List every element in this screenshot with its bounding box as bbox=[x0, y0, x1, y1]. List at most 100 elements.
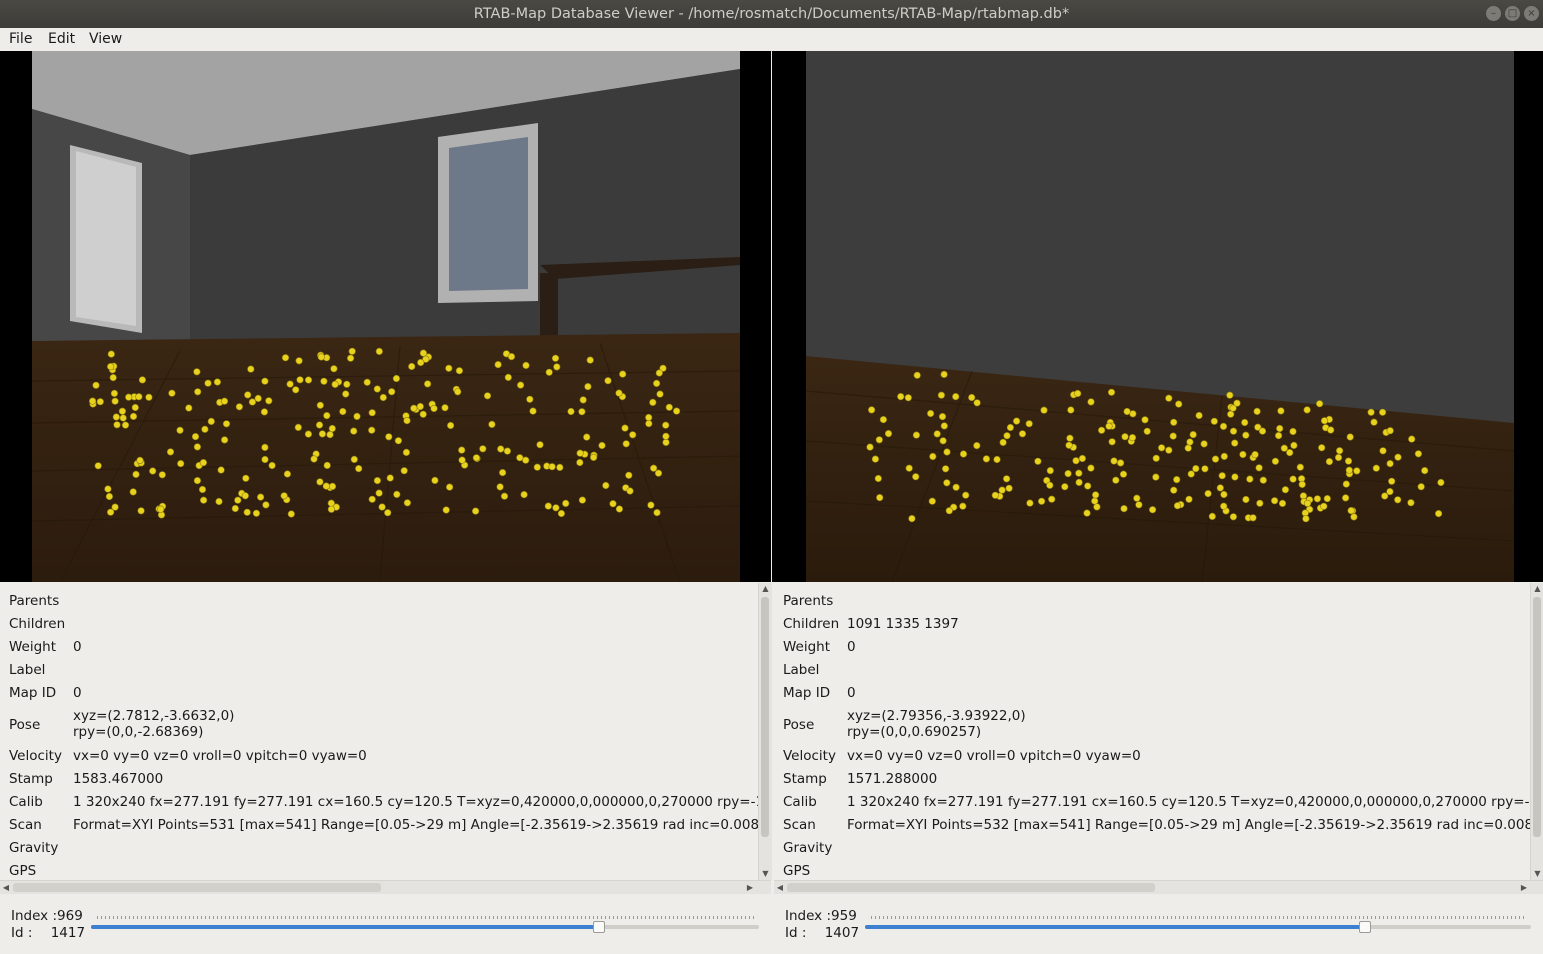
feature-point bbox=[252, 509, 260, 517]
feature-point bbox=[1372, 464, 1380, 472]
feature-point bbox=[503, 447, 512, 455]
feature-point bbox=[1075, 469, 1083, 477]
right-horizontal-scrollbar[interactable]: ◀ ▶ bbox=[774, 880, 1543, 894]
feature-point bbox=[472, 454, 481, 462]
feature-point bbox=[516, 381, 525, 389]
feature-point bbox=[1346, 433, 1354, 441]
id-label: Id : bbox=[785, 925, 807, 941]
feature-point bbox=[645, 413, 653, 422]
feature-point bbox=[866, 443, 874, 451]
feature-point bbox=[1204, 490, 1212, 498]
feature-point bbox=[339, 407, 347, 416]
feature-point bbox=[109, 374, 117, 382]
feature-point bbox=[177, 460, 185, 468]
left-index-slider[interactable] bbox=[91, 925, 759, 929]
feature-point bbox=[1092, 491, 1100, 499]
right-image-view[interactable] bbox=[772, 51, 1543, 582]
feature-point bbox=[105, 492, 113, 501]
scroll-right-icon[interactable]: ▶ bbox=[1518, 881, 1530, 894]
scroll-down-icon[interactable]: ▼ bbox=[1531, 868, 1543, 880]
feature-point bbox=[131, 403, 139, 412]
feature-point bbox=[1242, 431, 1250, 439]
left-vertical-scrollbar[interactable]: ▲ ▼ bbox=[758, 583, 772, 880]
feature-point bbox=[394, 437, 403, 445]
right-index-slider[interactable] bbox=[865, 925, 1531, 929]
feature-point bbox=[1003, 475, 1011, 483]
feature-point bbox=[1341, 494, 1350, 502]
stamp-value: 1571.288000 bbox=[847, 771, 938, 787]
menu-view[interactable]: View bbox=[89, 31, 122, 47]
maximize-button[interactable]: □ bbox=[1505, 6, 1520, 21]
calib-label: Calib bbox=[9, 794, 43, 810]
right-vertical-scroll-thumb[interactable] bbox=[1533, 597, 1541, 837]
feature-point bbox=[483, 392, 492, 400]
right-camera-image bbox=[805, 51, 1515, 582]
feature-point bbox=[1251, 451, 1259, 459]
stamp-value: 1583.467000 bbox=[73, 771, 164, 787]
feature-point bbox=[1067, 406, 1075, 414]
feature-point bbox=[350, 455, 358, 464]
right-horizontal-scroll-thumb[interactable] bbox=[787, 883, 1155, 892]
feature-point bbox=[241, 492, 249, 500]
menu-edit[interactable]: Edit bbox=[48, 31, 75, 47]
feature-point bbox=[378, 503, 386, 511]
feature-point bbox=[1353, 467, 1361, 475]
left-slider-panel: Index :969 Id : 1417 bbox=[0, 894, 771, 954]
feature-point bbox=[1253, 407, 1261, 416]
feature-point bbox=[1394, 496, 1402, 504]
feature-point bbox=[499, 469, 507, 477]
feature-point bbox=[1303, 499, 1312, 508]
feature-point bbox=[589, 453, 598, 462]
feature-point bbox=[1320, 417, 1329, 425]
feature-point bbox=[912, 473, 920, 481]
feature-point bbox=[458, 456, 466, 464]
left-vertical-scroll-thumb[interactable] bbox=[761, 597, 769, 837]
feature-point bbox=[326, 431, 334, 439]
right-vertical-scrollbar[interactable]: ▲ ▼ bbox=[1530, 583, 1543, 880]
scroll-left-icon[interactable]: ◀ bbox=[0, 881, 12, 894]
gravity-label: Gravity bbox=[9, 840, 59, 856]
feature-point bbox=[940, 370, 948, 379]
scroll-down-icon[interactable]: ▼ bbox=[759, 868, 772, 880]
menu-bar: File Edit View bbox=[0, 28, 1543, 52]
close-button[interactable]: × bbox=[1524, 6, 1539, 21]
left-image-view[interactable] bbox=[0, 51, 771, 582]
feature-point bbox=[441, 404, 449, 412]
feature-point bbox=[1276, 424, 1284, 433]
feature-point bbox=[1327, 426, 1335, 434]
feature-point bbox=[662, 438, 670, 447]
feature-point bbox=[943, 479, 951, 487]
feature-point bbox=[557, 509, 566, 518]
pose-label: Pose bbox=[9, 717, 41, 733]
feature-point bbox=[363, 378, 371, 386]
scroll-left-icon[interactable]: ◀ bbox=[774, 881, 786, 894]
scroll-up-icon[interactable]: ▲ bbox=[1531, 583, 1543, 595]
left-horizontal-scroll-thumb[interactable] bbox=[13, 883, 381, 892]
minimize-button[interactable]: – bbox=[1486, 6, 1501, 21]
feature-point bbox=[217, 466, 225, 474]
menu-file[interactable]: File bbox=[9, 31, 32, 47]
feature-point bbox=[479, 445, 487, 453]
feature-point bbox=[520, 491, 528, 499]
feature-point bbox=[991, 491, 999, 499]
left-slider-handle[interactable] bbox=[593, 921, 605, 933]
feature-point bbox=[110, 389, 118, 398]
right-slider-handle[interactable] bbox=[1359, 921, 1371, 933]
feature-point bbox=[294, 423, 302, 432]
feature-point bbox=[386, 474, 394, 482]
velocity-label: Velocity bbox=[9, 748, 62, 764]
left-id-value: 1417 bbox=[50, 925, 86, 941]
feature-point bbox=[1394, 453, 1402, 461]
feature-point bbox=[625, 471, 633, 479]
feature-point bbox=[1421, 467, 1429, 475]
left-horizontal-scrollbar[interactable]: ◀ ▶ bbox=[0, 880, 771, 894]
feature-point bbox=[1189, 431, 1197, 439]
right-slider-ticks bbox=[871, 916, 1527, 919]
feature-point bbox=[199, 459, 207, 467]
left-slider-ticks bbox=[97, 916, 757, 919]
feature-point bbox=[1078, 454, 1087, 463]
scroll-right-icon[interactable]: ▶ bbox=[744, 881, 756, 894]
scroll-up-icon[interactable]: ▲ bbox=[759, 583, 772, 595]
feature-point bbox=[578, 408, 586, 416]
feature-point bbox=[310, 455, 318, 463]
